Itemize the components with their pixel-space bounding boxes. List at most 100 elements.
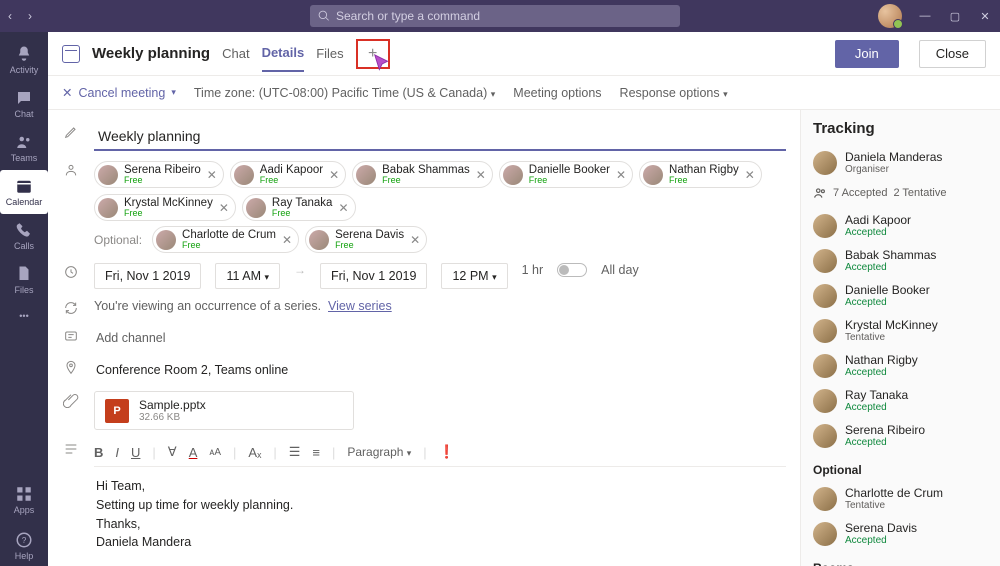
rail-teams[interactable]: Teams: [0, 126, 48, 170]
remove-icon[interactable]: ✕: [282, 233, 292, 247]
tab-files[interactable]: Files: [316, 46, 343, 71]
tracking-person[interactable]: Danielle BookerAccepted: [813, 278, 988, 313]
paragraph-selector[interactable]: Paragraph ▾: [347, 445, 411, 459]
response-summary: 7 Accepted 2 Tentative: [813, 180, 988, 208]
rail-activity[interactable]: Activity: [0, 38, 48, 82]
all-day-toggle[interactable]: [557, 263, 587, 277]
tab-details[interactable]: Details: [262, 45, 305, 72]
description-body[interactable]: Hi Team, Setting up time for weekly plan…: [94, 467, 786, 566]
rail-apps[interactable]: Apps: [0, 478, 48, 522]
app-rail: Activity Chat Teams Calendar Calls Files…: [0, 32, 48, 566]
start-time-input[interactable]: 11 AM ▾: [215, 263, 280, 289]
remove-icon[interactable]: ✕: [476, 168, 486, 182]
search-placeholder: Search or type a command: [336, 9, 480, 23]
start-date-input[interactable]: Fri, Nov 1 2019: [94, 263, 201, 289]
rail-help[interactable]: ?Help: [0, 526, 48, 566]
add-channel-input[interactable]: Add channel: [94, 327, 786, 349]
search-input[interactable]: Search or type a command: [310, 5, 680, 27]
window-close-button[interactable]: ✕: [970, 10, 1000, 23]
rail-chat[interactable]: Chat: [0, 82, 48, 126]
title-input[interactable]: [94, 123, 786, 151]
response-options-button[interactable]: Response options ▾: [620, 86, 728, 100]
italic-button[interactable]: I: [115, 445, 119, 460]
attendee-chip[interactable]: Serena DavisFree✕: [305, 226, 427, 253]
attendee-chip[interactable]: Charlotte de CrumFree✕: [152, 226, 299, 253]
remove-icon[interactable]: ✕: [219, 201, 229, 215]
organiser-row[interactable]: Daniela ManderasOrganiser: [813, 145, 988, 180]
meeting-options-button[interactable]: Meeting options: [513, 86, 601, 100]
attachment-icon: [62, 391, 80, 409]
tracking-person[interactable]: Babak ShammasAccepted: [813, 243, 988, 278]
tracking-person[interactable]: Krystal McKinneyTentative: [813, 313, 988, 348]
meeting-title: Weekly planning: [92, 45, 210, 62]
remove-icon[interactable]: ✕: [616, 168, 626, 182]
bold-button[interactable]: B: [94, 445, 103, 460]
remove-icon[interactable]: ✕: [207, 168, 217, 182]
search-icon: [318, 10, 330, 22]
numbered-list-button[interactable]: ☰: [289, 444, 301, 460]
avatar: [813, 319, 837, 343]
important-button[interactable]: ❗: [439, 444, 455, 460]
rail-calendar[interactable]: Calendar: [0, 170, 48, 214]
calendar-icon: [62, 45, 80, 63]
remove-icon[interactable]: ✕: [338, 201, 348, 215]
channel-icon: [62, 327, 80, 345]
tracking-person[interactable]: Nathan RigbyAccepted: [813, 348, 988, 383]
window-maximize-button[interactable]: ▢: [940, 10, 970, 23]
nav-back-button[interactable]: ‹: [0, 9, 20, 23]
attendee-chip[interactable]: Nathan RigbyFree✕: [639, 161, 762, 188]
rail-calls[interactable]: Calls: [0, 214, 48, 258]
clock-icon: [62, 263, 80, 281]
tracking-person[interactable]: Aadi KapoorAccepted: [813, 208, 988, 243]
remove-icon[interactable]: ✕: [410, 233, 420, 247]
location-icon: [62, 359, 80, 377]
bullet-list-button[interactable]: ≡: [312, 445, 320, 460]
close-button[interactable]: Close: [919, 40, 986, 68]
view-series-link[interactable]: View series: [328, 299, 392, 313]
optional-attendees[interactable]: Optional: Charlotte de CrumFree✕Serena D…: [94, 226, 786, 253]
attendee-chip[interactable]: Babak ShammasFree✕: [352, 161, 493, 188]
attendee-chip[interactable]: Krystal McKinneyFree✕: [94, 194, 236, 221]
chevron-down-icon: ▾: [171, 87, 176, 98]
avatar: [643, 165, 663, 185]
rich-text-toolbar: B I U | ∀ A ᴀA | Aₓ | ☰ ≡ | Paragraph ▾: [94, 440, 786, 467]
attendee-chip[interactable]: Danielle BookerFree✕: [499, 161, 633, 188]
location-input[interactable]: Conference Room 2, Teams online: [94, 359, 786, 381]
tracking-person[interactable]: Serena DavisAccepted: [813, 516, 988, 551]
underline-button[interactable]: U: [131, 445, 140, 460]
description-icon: [62, 440, 80, 458]
tracking-person[interactable]: Ray TanakaAccepted: [813, 383, 988, 418]
avatar: [813, 284, 837, 308]
attachment-card[interactable]: P Sample.pptx 32.66 KB: [94, 391, 354, 430]
font-size-button[interactable]: ᴀA: [209, 447, 221, 458]
timezone-selector[interactable]: Time zone: (UTC-08:00) Pacific Time (US …: [194, 86, 495, 100]
end-time-input[interactable]: 12 PM ▾: [441, 263, 507, 289]
user-avatar[interactable]: [878, 4, 902, 28]
remove-icon[interactable]: ✕: [745, 168, 755, 182]
attendee-chip[interactable]: Aadi KapoorFree✕: [230, 161, 346, 188]
rail-files[interactable]: Files: [0, 258, 48, 302]
attendee-chip[interactable]: Serena RibeiroFree✕: [94, 161, 224, 188]
end-date-input[interactable]: Fri, Nov 1 2019: [320, 263, 427, 289]
rail-more[interactable]: •••: [0, 302, 48, 330]
tracking-person[interactable]: Charlotte de CrumTentative: [813, 481, 988, 516]
attendee-chip[interactable]: Ray TanakaFree✕: [242, 194, 356, 221]
recurrence-icon: [62, 299, 80, 317]
avatar: [813, 487, 837, 511]
clear-format-button[interactable]: Aₓ: [248, 445, 261, 460]
strike-button[interactable]: ∀: [168, 444, 177, 460]
tracking-person[interactable]: Serena RibeiroAccepted: [813, 418, 988, 453]
join-button[interactable]: Join: [835, 40, 899, 68]
nav-forward-button[interactable]: ›: [20, 9, 40, 23]
title-bar: ‹ › Search or type a command — ▢ ✕: [0, 0, 1000, 32]
people-icon: [62, 161, 80, 179]
required-attendees[interactable]: Serena RibeiroFree✕Aadi KapoorFree✕Babak…: [94, 161, 786, 221]
cursor-icon: [372, 53, 394, 75]
window-minimize-button[interactable]: —: [910, 10, 940, 22]
cancel-meeting-button[interactable]: ✕ Cancel meeting ▾: [62, 85, 176, 100]
avatar: [813, 354, 837, 378]
powerpoint-icon: P: [105, 399, 129, 423]
tab-chat[interactable]: Chat: [222, 46, 249, 71]
remove-icon[interactable]: ✕: [329, 168, 339, 182]
text-color-button[interactable]: A: [189, 445, 198, 460]
